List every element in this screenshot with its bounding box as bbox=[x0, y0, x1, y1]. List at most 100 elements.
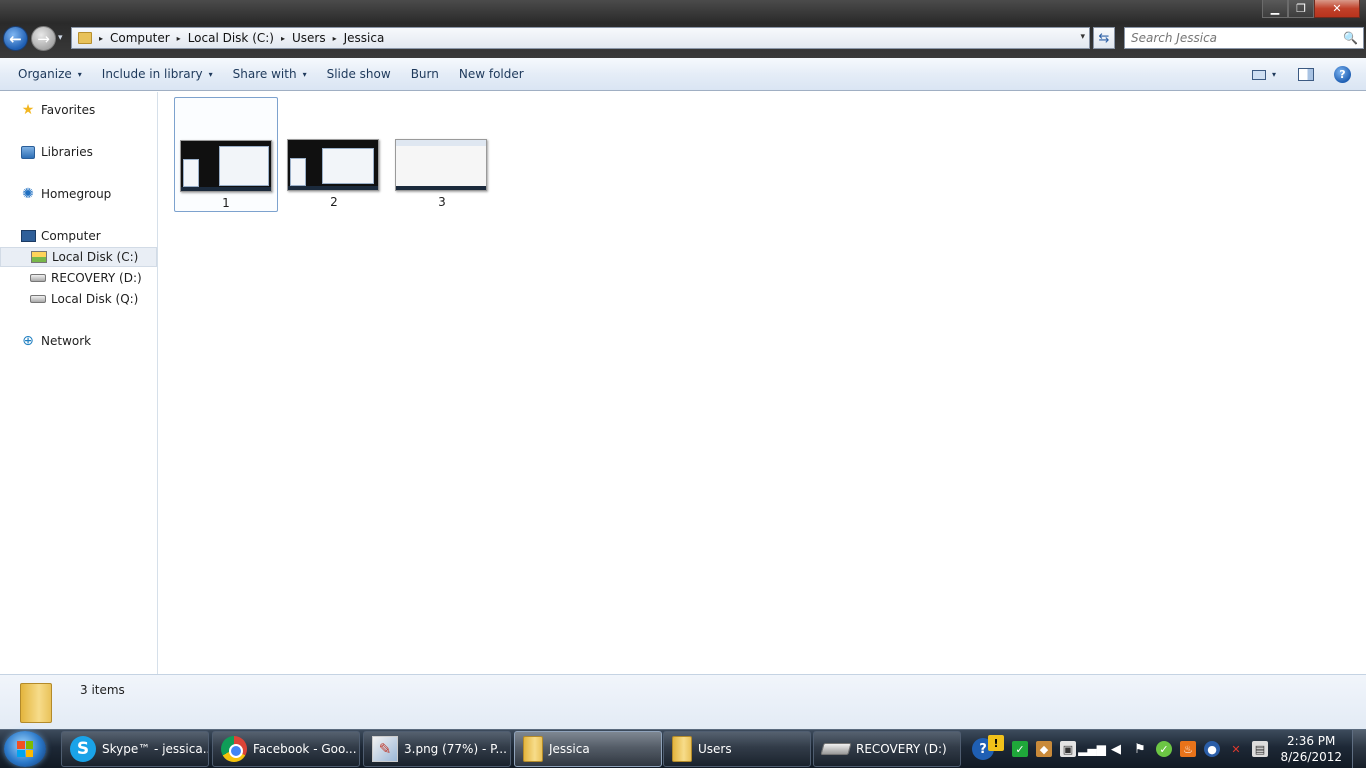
new-folder-button[interactable]: New folder bbox=[449, 58, 534, 90]
navigation-pane: ★ Favorites Libraries ✺ Homegroup Comput… bbox=[0, 92, 158, 674]
action-center-flag-icon[interactable]: ⚑ bbox=[1132, 741, 1148, 757]
sidebar-item-libraries[interactable]: Libraries bbox=[0, 142, 157, 162]
file-name: 1 bbox=[222, 196, 230, 210]
chevron-down-icon: ▾ bbox=[77, 69, 82, 79]
breadcrumb-computer[interactable]: Computer bbox=[110, 31, 170, 45]
address-bar[interactable]: ▸ Computer ▸ Local Disk (C:) ▸ Users ▸ J… bbox=[71, 27, 1090, 49]
file-item[interactable]: 3 bbox=[390, 97, 494, 212]
clock-time: 2:36 PM bbox=[1287, 734, 1336, 748]
sidebar-item-network[interactable]: ⊕ Network bbox=[0, 331, 157, 351]
chevron-down-icon: ▾ bbox=[208, 69, 213, 79]
file-list: 1 2 3 bbox=[159, 92, 1366, 674]
sidebar-item-label: Libraries bbox=[41, 145, 93, 159]
chrome-icon bbox=[221, 736, 247, 762]
refresh-button[interactable]: ⇆ bbox=[1093, 27, 1115, 49]
sidebar-item-label: Local Disk (C:) bbox=[52, 250, 139, 264]
system-clock[interactable]: 2:36 PM 8/26/2012 bbox=[1280, 733, 1342, 765]
folder-icon bbox=[523, 736, 543, 762]
slide-show-button[interactable]: Slide show bbox=[317, 58, 401, 90]
breadcrumb-separator[interactable]: ▸ bbox=[177, 34, 181, 43]
sync-icon[interactable]: ✓ bbox=[1156, 741, 1172, 757]
taskbar-item-users[interactable]: Users bbox=[663, 731, 811, 767]
include-in-library-menu[interactable]: Include in library ▾ bbox=[92, 58, 223, 90]
image-thumbnail bbox=[180, 140, 272, 192]
warning-icon[interactable]: ! bbox=[988, 735, 1004, 751]
breadcrumb-separator[interactable]: ▸ bbox=[281, 34, 285, 43]
paint-icon: ✎ bbox=[372, 736, 398, 762]
image-thumbnail bbox=[395, 139, 487, 191]
computer-icon bbox=[20, 228, 36, 244]
burn-button[interactable]: Burn bbox=[401, 58, 449, 90]
forward-button[interactable]: → bbox=[31, 26, 56, 51]
sidebar-item-favorites[interactable]: ★ Favorites bbox=[0, 100, 157, 120]
taskbar-item-label: Users bbox=[698, 742, 732, 756]
view-options-dropdown[interactable]: ▾ bbox=[1272, 70, 1276, 79]
file-item[interactable]: 2 bbox=[282, 97, 386, 212]
file-item[interactable]: 1 bbox=[174, 97, 278, 212]
share-with-menu[interactable]: Share with ▾ bbox=[223, 58, 317, 90]
search-icon[interactable]: 🔍 bbox=[1343, 31, 1358, 45]
include-in-library-label: Include in library bbox=[101, 67, 203, 81]
taskbar-item-recovery[interactable]: RECOVERY (D:) bbox=[813, 731, 961, 767]
taskbar-item-jessica[interactable]: Jessica bbox=[514, 731, 662, 767]
recent-pages-dropdown[interactable]: ▾ bbox=[58, 33, 63, 43]
show-desktop-button[interactable] bbox=[1352, 730, 1366, 768]
taskbar-item-chrome[interactable]: Facebook - Goo... bbox=[212, 731, 360, 767]
address-history-dropdown[interactable]: ▾ bbox=[1080, 32, 1085, 42]
windows-drive-icon bbox=[31, 249, 47, 265]
back-button[interactable]: ← bbox=[3, 26, 28, 51]
sidebar-item-computer[interactable]: Computer bbox=[0, 226, 157, 246]
taskbar-item-label: RECOVERY (D:) bbox=[856, 742, 947, 756]
drive-icon bbox=[820, 743, 852, 755]
start-button[interactable] bbox=[4, 731, 46, 767]
taskbar-item-paint[interactable]: ✎ 3.png (77%) - P... bbox=[363, 731, 511, 767]
maximize-button[interactable]: ❐ bbox=[1288, 0, 1314, 18]
preview-pane-icon[interactable] bbox=[1298, 68, 1314, 81]
network-icon: ⊕ bbox=[22, 333, 34, 349]
image-thumbnail bbox=[287, 139, 379, 191]
app-tray-icon[interactable]: ◆ bbox=[1036, 741, 1052, 757]
java-icon[interactable]: ♨ bbox=[1180, 741, 1196, 757]
breadcrumb-users[interactable]: Users bbox=[292, 31, 326, 45]
notification-area: ? ! ✓ ◆ ▣ ▂▄▆ ◀ ⚑ ✓ ♨ ● ✕ ▤ bbox=[968, 730, 1272, 768]
breadcrumb-jessica[interactable]: Jessica bbox=[344, 31, 385, 45]
device-icon[interactable]: ▣ bbox=[1060, 741, 1076, 757]
sidebar-item-local-disk-q[interactable]: Local Disk (Q:) bbox=[0, 289, 157, 309]
circle-app-icon[interactable]: ● bbox=[1204, 741, 1220, 757]
file-name: 3 bbox=[438, 195, 446, 209]
breadcrumb-local-disk-c[interactable]: Local Disk (C:) bbox=[188, 31, 274, 45]
sidebar-item-label: Local Disk (Q:) bbox=[51, 292, 139, 306]
change-view-icon[interactable] bbox=[1251, 69, 1266, 80]
sidebar-item-label: RECOVERY (D:) bbox=[51, 271, 142, 285]
security-check-icon[interactable]: ✓ bbox=[1012, 741, 1028, 757]
taskbar-item-label: Facebook - Goo... bbox=[253, 742, 357, 756]
window-title-bar: ▁ ❐ ✕ ← → ▾ ▸ Computer ▸ Local Disk (C:)… bbox=[0, 0, 1366, 58]
item-count: 3 items bbox=[80, 683, 125, 697]
sidebar-item-homegroup[interactable]: ✺ Homegroup bbox=[0, 184, 157, 204]
keyboard-icon[interactable]: ▤ bbox=[1252, 741, 1268, 757]
minimize-button[interactable]: ▁ bbox=[1262, 0, 1288, 18]
breadcrumb-separator[interactable]: ▸ bbox=[99, 34, 103, 43]
view-controls: ▾ ? bbox=[1251, 58, 1366, 91]
sidebar-item-label: Homegroup bbox=[41, 187, 112, 201]
close-button[interactable]: ✕ bbox=[1314, 0, 1360, 18]
chevron-down-icon: ▾ bbox=[302, 69, 307, 79]
taskbar-item-skype[interactable]: S Skype™ - jessica... bbox=[61, 731, 209, 767]
organize-menu[interactable]: Organize ▾ bbox=[8, 58, 92, 90]
volume-icon[interactable]: ◀ bbox=[1108, 741, 1124, 757]
search-input[interactable] bbox=[1131, 31, 1341, 45]
sidebar-item-recovery-d[interactable]: RECOVERY (D:) bbox=[0, 268, 157, 288]
signal-strength-icon[interactable]: ▂▄▆ bbox=[1078, 741, 1106, 757]
sidebar-item-label: Favorites bbox=[41, 103, 96, 117]
sidebar-item-label: Network bbox=[41, 334, 92, 348]
new-folder-label: New folder bbox=[458, 67, 524, 81]
drive-icon bbox=[30, 291, 46, 307]
breadcrumb-separator[interactable]: ▸ bbox=[333, 34, 337, 43]
sidebar-item-local-disk-c[interactable]: Local Disk (C:) bbox=[0, 247, 157, 267]
help-icon[interactable]: ? bbox=[1334, 66, 1351, 83]
burn-label: Burn bbox=[410, 67, 439, 81]
search-box[interactable]: 🔍 bbox=[1124, 27, 1364, 49]
folder-icon bbox=[672, 736, 692, 762]
network-error-icon[interactable]: ✕ bbox=[1228, 741, 1244, 757]
file-name: 2 bbox=[330, 195, 338, 209]
